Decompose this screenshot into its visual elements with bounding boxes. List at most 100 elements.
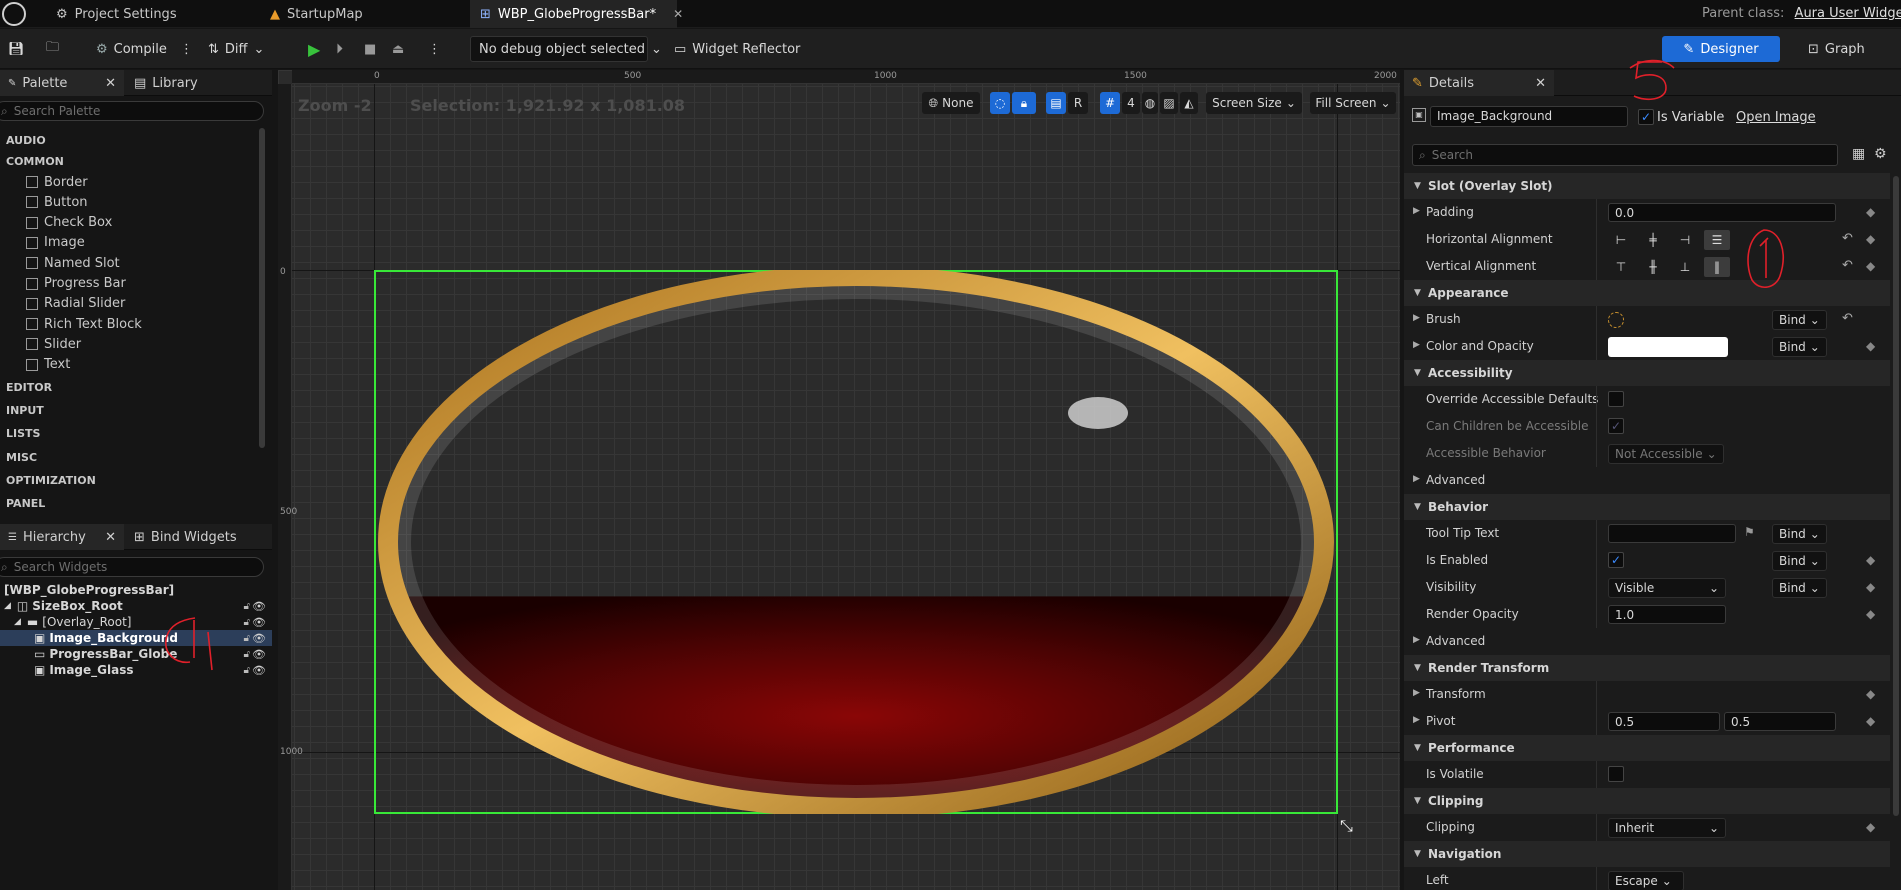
align-middle-button[interactable]: ╫ — [1640, 257, 1666, 277]
keyframe-icon[interactable]: ◆ — [1866, 714, 1875, 728]
hierarchy-item-sizebox-root[interactable]: ◢ ◫ SizeBox_Root 🔓︎ 👁︎ — [0, 598, 272, 614]
grid-snap-toggle[interactable]: # — [1100, 92, 1120, 114]
expand-arrow-icon[interactable]: ▶ — [1413, 715, 1420, 725]
keyframe-icon[interactable]: ◆ — [1866, 820, 1875, 834]
align-vertical-fill-button[interactable]: ‖ — [1704, 257, 1730, 277]
section-behavior[interactable]: ▼ Behavior — [1404, 494, 1890, 520]
palette-item[interactable]: Border — [26, 173, 88, 191]
widget-name-input[interactable]: Image_Background — [1430, 106, 1628, 127]
section-accessibility[interactable]: ▼ Accessibility — [1404, 360, 1890, 386]
pivot-y-input[interactable]: 0.5 — [1724, 712, 1836, 731]
palette-item[interactable]: Image — [26, 234, 85, 252]
render-opacity-input[interactable]: 1.0 — [1608, 605, 1726, 624]
designer-canvas[interactable]: Zoom -2 Selection: 1,921.92 x 1,081.08 ⤡ — [278, 70, 1400, 890]
row-advanced-behavior[interactable]: ▶ Advanced — [1404, 628, 1890, 655]
lock-icon[interactable]: 🔓︎ — [244, 617, 250, 628]
palette-scrollbar[interactable] — [259, 128, 265, 448]
play-options-button[interactable]: ⋮ — [420, 36, 449, 62]
align-fill-button[interactable]: ☰ — [1704, 230, 1730, 250]
hierarchy-item-image-glass[interactable]: ▣ Image_Glass 🔓︎ 👁︎ — [0, 662, 272, 678]
parent-class-link[interactable]: Aura User Widget — [1795, 6, 1901, 21]
hierarchy-item-image-background[interactable]: ▣ Image_Background 🔓︎ 👁︎ — [0, 630, 272, 646]
palette-category[interactable]: PRIMITIVE — [6, 520, 69, 522]
eye-icon[interactable]: 👁︎ — [252, 600, 266, 613]
palette-item[interactable]: Check Box — [26, 214, 112, 232]
resize-handle-icon[interactable]: ⤡ — [1340, 816, 1353, 836]
palette-category[interactable]: PANEL — [6, 497, 45, 510]
keyframe-icon[interactable]: ◆ — [1866, 553, 1875, 567]
expand-arrow-icon[interactable]: ▶ — [1413, 635, 1420, 645]
section-slot[interactable]: ▼ Slot (Overlay Slot) — [1404, 173, 1890, 199]
palette-item[interactable]: Radial Slider — [26, 295, 125, 313]
override-accessible-checkbox[interactable] — [1608, 391, 1624, 407]
bind-button[interactable]: Bind ⌄ — [1772, 578, 1827, 598]
background-toggle[interactable]: ▨ — [1160, 92, 1178, 114]
hierarchy-item-overlay-root[interactable]: ◢ ▬ [Overlay_Root] 🔓︎ 👁︎ — [0, 614, 272, 630]
lock-icon[interactable]: 🔓︎ — [244, 665, 250, 676]
play-button[interactable]: ▶ — [300, 36, 328, 62]
expand-arrow-icon[interactable]: ▶ — [1413, 206, 1420, 216]
flag-icon[interactable]: ⚑ — [1744, 525, 1755, 539]
bind-button[interactable]: Bind ⌄ — [1772, 524, 1827, 544]
palette-category[interactable]: EDITOR — [6, 381, 52, 394]
respect-locks-toggle[interactable]: ◌ — [990, 92, 1010, 114]
palette-category[interactable]: COMMON — [6, 155, 64, 168]
debug-object-select[interactable]: No debug object selected ⌄ — [470, 36, 662, 62]
open-image-link[interactable]: Open Image — [1736, 110, 1816, 125]
eye-icon[interactable]: 👁︎ — [252, 632, 266, 645]
align-bottom-button[interactable]: ⊥ — [1672, 257, 1698, 277]
keyframe-icon[interactable]: ◆ — [1866, 339, 1875, 353]
screen-size-dropdown[interactable]: Screen Size ⌄ — [1206, 92, 1302, 114]
eject-button[interactable]: ⏏ — [384, 36, 412, 62]
lock-toggle[interactable]: 🔒︎ — [1012, 92, 1036, 114]
reset-icon[interactable]: ↶ — [1842, 258, 1853, 273]
graph-mode-button[interactable]: ⊡ Graph — [1800, 36, 1873, 62]
hierarchy-root[interactable]: [WBP_GlobeProgressBar] — [4, 582, 276, 598]
tab-startup-map[interactable]: ▲ StartupMap — [260, 0, 373, 28]
bind-button[interactable]: Bind ⌄ — [1772, 310, 1827, 330]
clipping-dropdown[interactable]: Inherit ⌄ — [1608, 818, 1726, 838]
palette-item[interactable]: Rich Text Block — [26, 315, 142, 333]
expand-arrow-icon[interactable]: ▶ — [1413, 313, 1420, 323]
widget-reflector-button[interactable]: ▭ Widget Reflector — [666, 36, 808, 62]
expand-arrow-icon[interactable]: ▶ — [1413, 340, 1420, 350]
expand-arrow-icon[interactable]: ▶ — [1413, 688, 1420, 698]
section-navigation[interactable]: ▼ Navigation — [1404, 841, 1890, 867]
tab-details[interactable]: ✎ Details ✕ — [1404, 70, 1554, 96]
align-left-button[interactable]: ⊢ — [1608, 230, 1634, 250]
eye-icon[interactable]: 👁︎ — [252, 664, 266, 677]
palette-category[interactable]: LISTS — [6, 427, 40, 440]
align-right-button[interactable]: ⊣ — [1672, 230, 1698, 250]
color-swatch[interactable] — [1608, 337, 1728, 357]
eye-icon[interactable]: 👁︎ — [252, 616, 266, 629]
close-icon[interactable]: ✕ — [1535, 76, 1546, 91]
bind-button[interactable]: Bind ⌄ — [1772, 551, 1827, 571]
keyframe-icon[interactable]: ◆ — [1866, 687, 1875, 701]
section-clipping[interactable]: ▼ Clipping — [1404, 788, 1890, 814]
palette-item[interactable]: Named Slot — [26, 254, 120, 272]
navigation-left-dropdown[interactable]: Escape ⌄ — [1608, 871, 1684, 890]
close-icon[interactable]: ✕ — [105, 530, 116, 545]
pivot-x-input[interactable]: 0.5 — [1608, 712, 1720, 731]
fill-screen-dropdown[interactable]: Fill Screen ⌄ — [1310, 92, 1396, 114]
keyframe-icon[interactable]: ◆ — [1866, 205, 1875, 219]
padding-input[interactable]: 0.0 — [1608, 203, 1836, 222]
dpi-toggle[interactable]: ◭ — [1180, 92, 1198, 114]
is-enabled-checkbox[interactable]: ✓ — [1608, 552, 1624, 568]
palette-item[interactable]: Text — [26, 356, 70, 374]
palette-item[interactable]: Progress Bar — [26, 275, 126, 293]
grid-size-button[interactable]: 4 — [1122, 92, 1140, 114]
brush-preview[interactable] — [1608, 312, 1624, 328]
reset-icon[interactable]: ↶ — [1842, 231, 1853, 246]
tab-wbp-globe-progress-bar[interactable]: ⊞ WBP_GlobeProgressBar* ✕ — [470, 0, 683, 28]
hierarchy-search-input[interactable]: ⌕ Search Widgets — [0, 557, 264, 577]
keyframe-icon[interactable]: ◆ — [1866, 607, 1875, 621]
visibility-dropdown[interactable]: Visible ⌄ — [1608, 578, 1726, 598]
layout-toggle[interactable]: ▤ — [1046, 92, 1066, 114]
is-volatile-checkbox[interactable] — [1608, 766, 1624, 782]
lock-icon[interactable]: 🔓︎ — [244, 601, 250, 612]
tab-hierarchy[interactable]: ☰ Hierarchy ✕ — [0, 524, 124, 550]
outline-toggle[interactable]: ◍ — [1142, 92, 1158, 114]
hierarchy-item-progressbar-globe[interactable]: ▭ ProgressBar_Globe 🔓︎ 👁︎ — [0, 646, 272, 662]
is-variable-checkbox[interactable]: ✓ — [1638, 109, 1654, 125]
